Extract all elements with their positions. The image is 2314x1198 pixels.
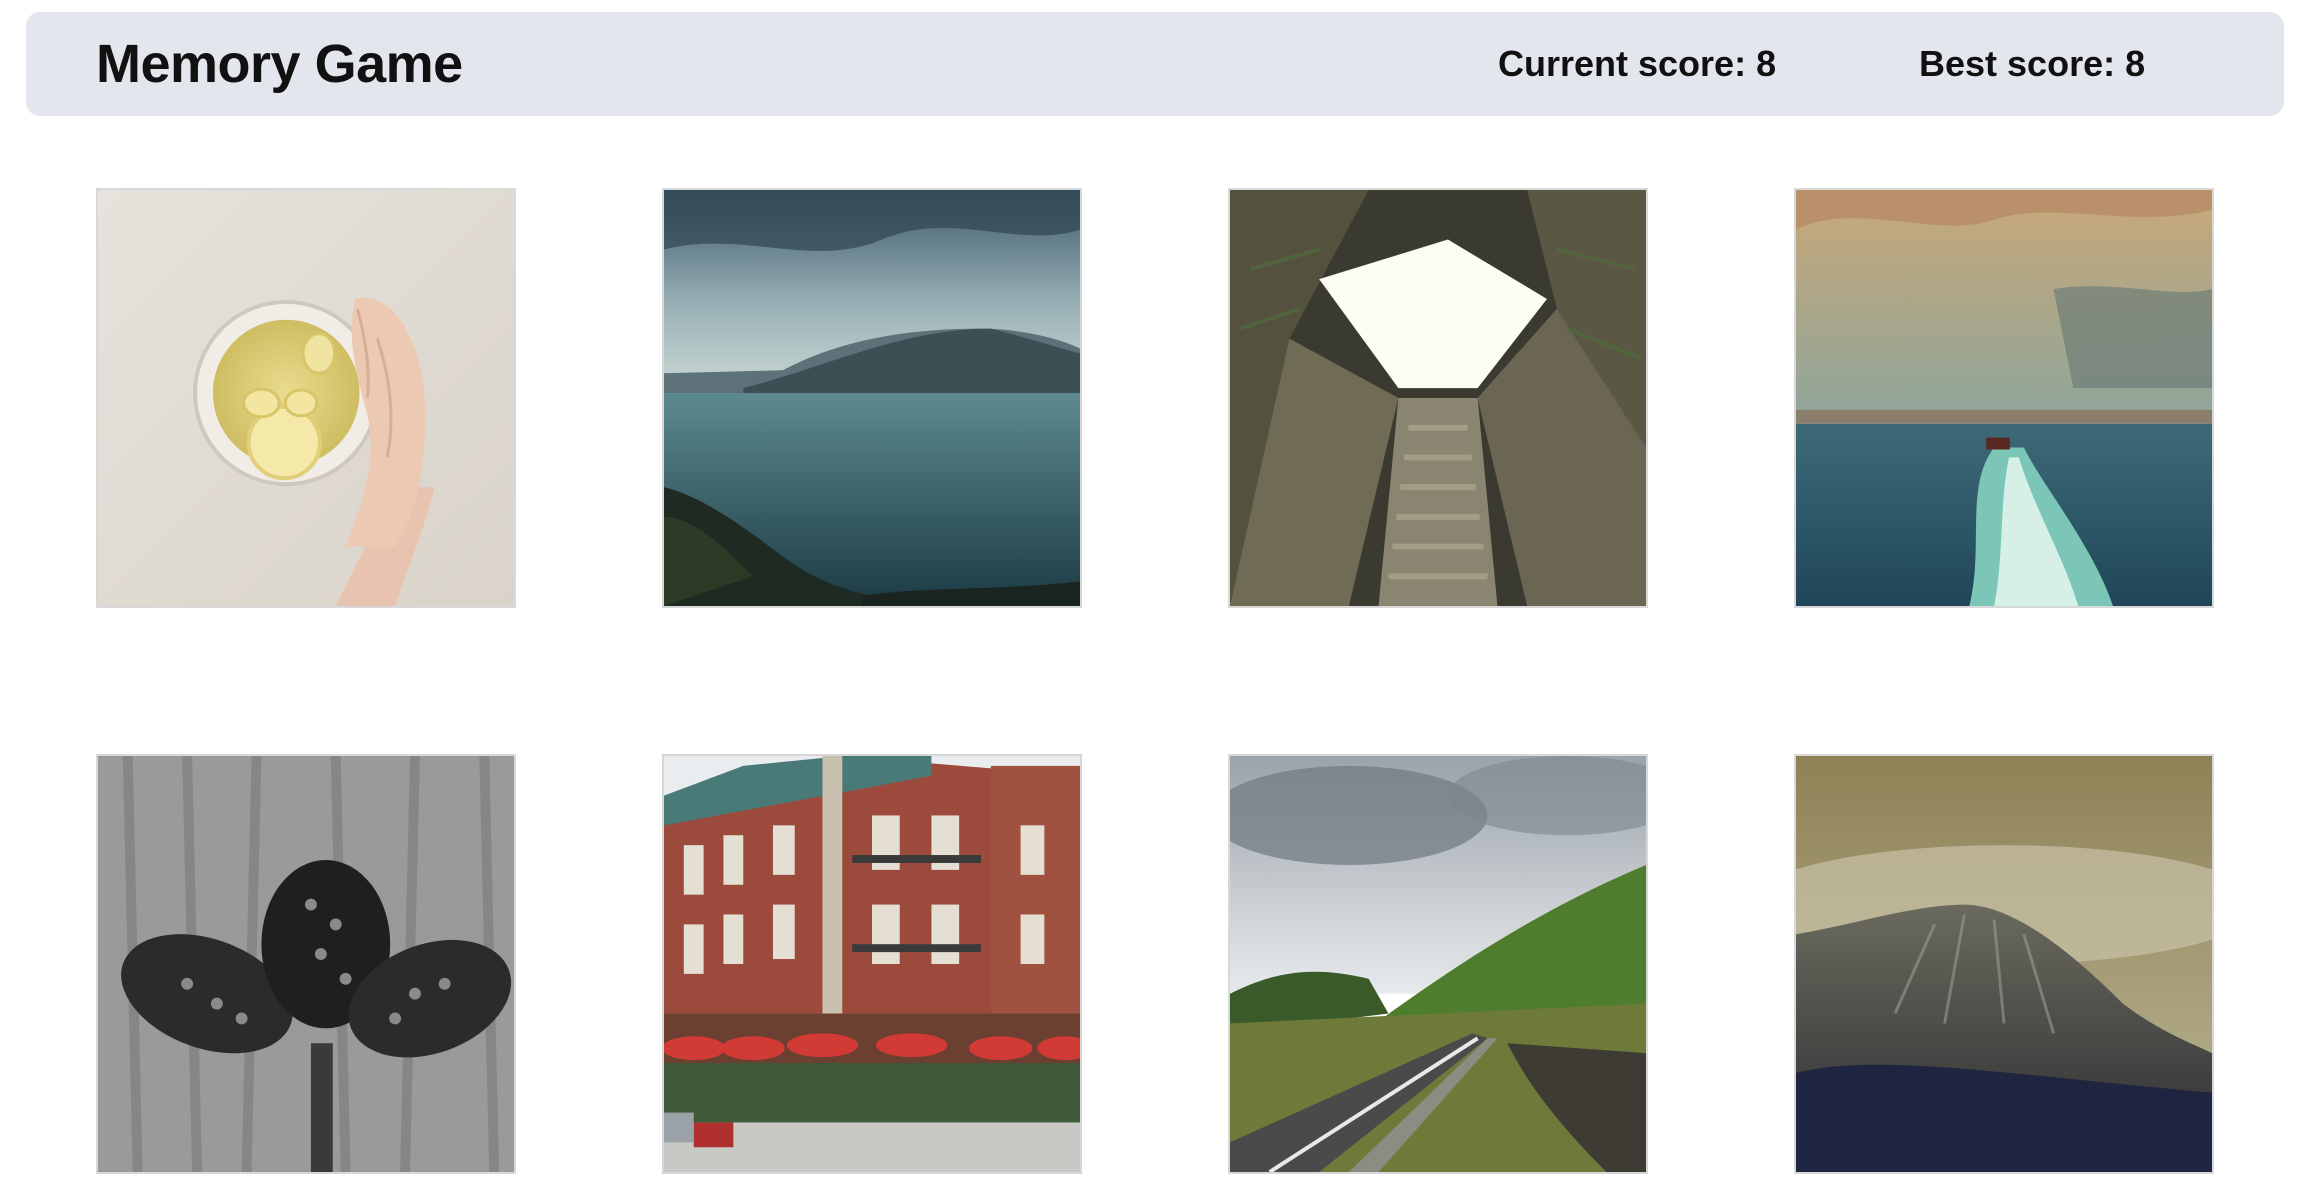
memory-card-misty-mountain[interactable] xyxy=(1794,754,2214,1174)
brick-building-image xyxy=(664,756,1080,1172)
tea-cup-image xyxy=(98,190,514,606)
mountain-road-image xyxy=(1230,756,1646,1172)
memory-card-mountain-road[interactable] xyxy=(1228,754,1648,1174)
best-score: Best score: 8 xyxy=(1919,43,2146,84)
header-bar: Memory Game Current score: 8 Best score:… xyxy=(26,12,2284,116)
memory-card-brick-building[interactable] xyxy=(662,754,1082,1174)
memory-card-sea-wake[interactable] xyxy=(1794,188,2214,608)
sea-wake-image xyxy=(1796,190,2212,606)
memory-card-pine-cones[interactable] xyxy=(96,754,516,1174)
page-title: Memory Game xyxy=(96,34,463,94)
memory-card-building[interactable] xyxy=(1228,188,1648,608)
memory-card-lake[interactable] xyxy=(662,188,1082,608)
memory-card-tea-cup[interactable] xyxy=(96,188,516,608)
current-score: Current score: 8 xyxy=(1498,43,1777,84)
misty-mountain-image xyxy=(1796,756,2212,1172)
lake-image xyxy=(664,190,1080,606)
building-image xyxy=(1230,190,1646,606)
pine-cones-image xyxy=(98,756,514,1172)
